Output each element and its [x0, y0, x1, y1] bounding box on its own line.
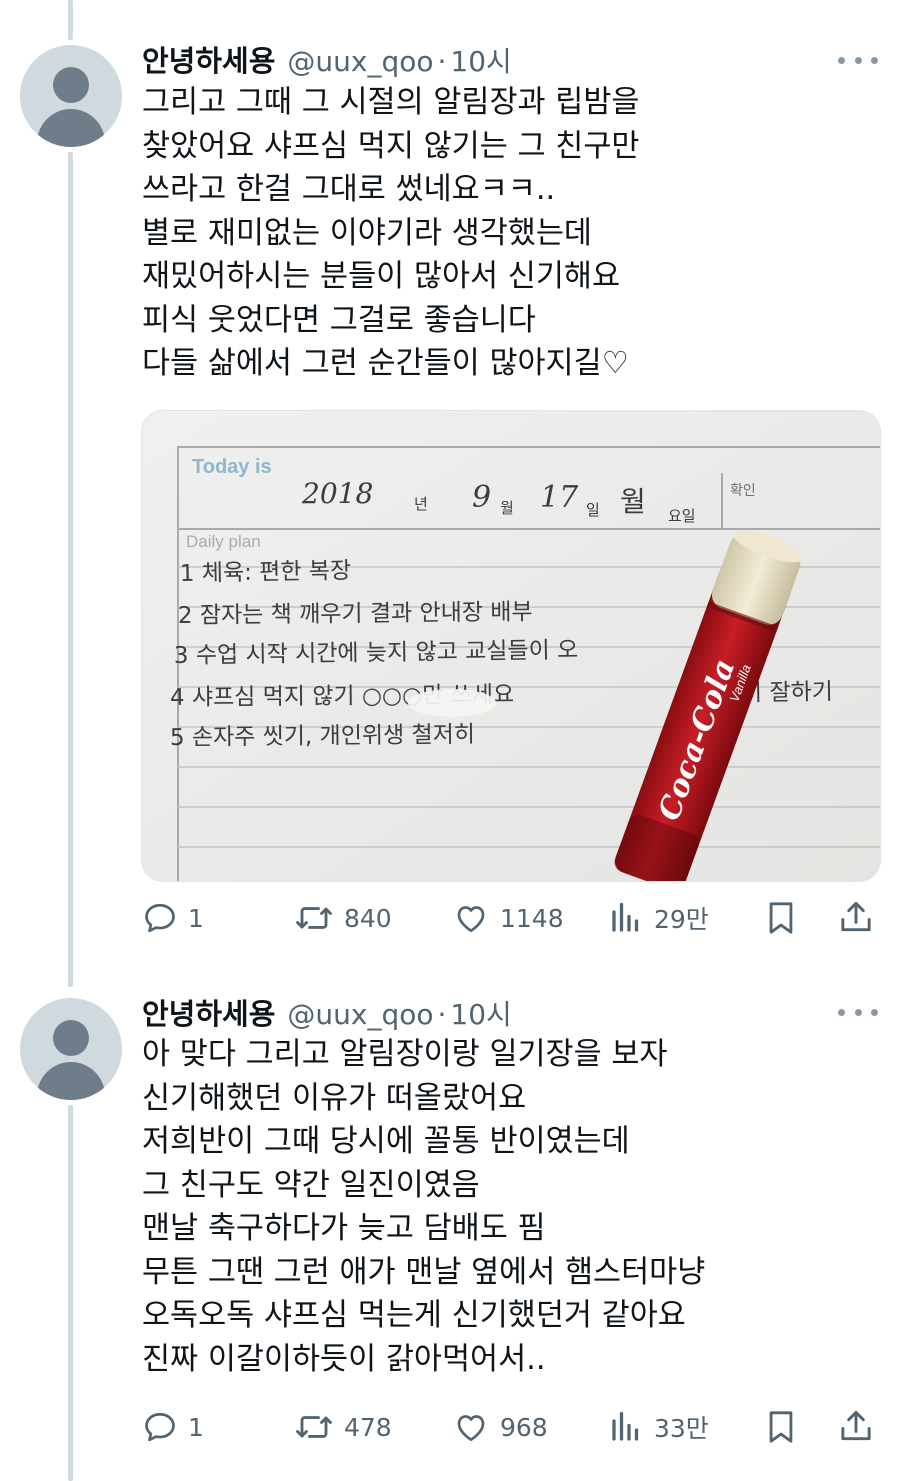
- date-day: 17: [540, 480, 579, 515]
- tweet-text-line: 그리고 그때 그 시절의 알림장과 립밤을: [142, 85, 640, 120]
- tweet-text-line: 쓰라고 한걸 그대로 썼네요ㅋㅋ..: [142, 172, 556, 207]
- planner-photo: Today is Daily plan 확인 2018 년 9 월 17 일 월…: [142, 411, 880, 881]
- retweet-button[interactable]: 478: [294, 1407, 392, 1447]
- date-month: 9: [472, 480, 491, 515]
- tweet-text-line: 진짜 이갈이하듯이 갉아먹어서..: [142, 1341, 546, 1377]
- like-button[interactable]: 968: [452, 1407, 548, 1447]
- like-count: 1148: [500, 903, 564, 933]
- reply-icon: [145, 1412, 175, 1442]
- date-year-unit: 년: [414, 495, 428, 513]
- tweet-1[interactable]: 안녕하세용 @uux_qoo · 10시 그리고 그때 그 시절의 알림장과 립…: [0, 0, 900, 980]
- author-handle[interactable]: @uux_qoo: [287, 998, 433, 1031]
- daily-plan-label: Daily plan: [186, 532, 261, 551]
- share-button[interactable]: [838, 898, 874, 938]
- confirm-label: 확인: [730, 483, 756, 499]
- views-count: 33만: [654, 1414, 709, 1443]
- date-month-unit: 월: [500, 499, 514, 517]
- timestamp[interactable]: 10시: [450, 993, 511, 1033]
- tweet-header: 안녕하세용 @uux_qoo · 10시: [142, 38, 512, 78]
- reply-count: 1: [188, 903, 204, 933]
- more-options-icon[interactable]: [838, 1002, 878, 1022]
- views-button[interactable]: 29만: [608, 898, 709, 938]
- tweet-text-line: 아 맞다 그리고 알림장이랑 일기장을 보자: [142, 1037, 668, 1072]
- tweet-text: 아 맞다 그리고 알림장이랑 일기장을 보자 신기해했던 이유가 떠올랐어요 저…: [142, 1033, 882, 1381]
- author-name[interactable]: 안녕하세용: [142, 991, 275, 1033]
- retweet-icon: [296, 1416, 332, 1438]
- date-day-unit: 일: [586, 501, 600, 519]
- plan-item-2: 2 잠자는 책 깨우기 결과 안내장 배부: [178, 599, 533, 629]
- date-year: 2018: [301, 477, 373, 510]
- tweet-text-line: 찾았어요 샤프심 먹지 않기는 그 친구만: [142, 128, 640, 164]
- timestamp[interactable]: 10시: [450, 40, 511, 80]
- retweet-count: 840: [344, 903, 392, 933]
- views-count: 29만: [654, 905, 709, 934]
- tweet-text-line: 그 친구도 약간 일진이였음: [142, 1167, 480, 1203]
- separator-dot: ·: [437, 45, 447, 78]
- plan-item-1: 1 체육: 편한 복장: [180, 558, 352, 587]
- bookmark-icon: [769, 1411, 793, 1443]
- bookmark-button[interactable]: [764, 1407, 798, 1447]
- tweet-text-line: 다들 삶에서 그런 순간들이 많아지길♡: [142, 346, 630, 381]
- tweet-header: 안녕하세용 @uux_qoo · 10시: [142, 991, 512, 1031]
- tweet-photo[interactable]: Today is Daily plan 확인 2018 년 9 월 17 일 월…: [141, 410, 881, 882]
- heart-icon: [457, 1415, 485, 1442]
- retweet-icon: [296, 907, 332, 929]
- tweet-text-line: 재밌어하시는 분들이 많아서 신기해요: [142, 259, 621, 294]
- tweet-text-line: 피식 웃었다면 그걸로 좋습니다: [142, 302, 536, 338]
- tweet-text-line: 별로 재미없는 이야기라 생각했는데: [142, 215, 592, 251]
- retweet-count: 478: [344, 1412, 392, 1442]
- tweet-text: 그리고 그때 그 시절의 알림장과 립밤을 찾았어요 샤프심 먹지 않기는 그 …: [142, 81, 882, 386]
- blurred-name-patch: [408, 689, 496, 717]
- more-options-icon[interactable]: [838, 50, 878, 70]
- tweet-text-line: 오독오독 샤프심 먹는게 신기했던거 같아요: [142, 1298, 686, 1333]
- separator-dot: ·: [437, 998, 447, 1031]
- tweet-actions: 1 840 1148 29만: [142, 898, 882, 938]
- heart-icon: [457, 906, 485, 933]
- retweet-button[interactable]: 840: [294, 898, 392, 938]
- bookmark-icon: [769, 902, 793, 934]
- reply-icon: [145, 903, 175, 933]
- like-count: 968: [500, 1412, 548, 1442]
- tweet-text-line: 신기해했던 이유가 떠올랐어요: [142, 1080, 527, 1116]
- today-label: Today is: [192, 456, 272, 478]
- date-weekday-unit: 요일: [668, 507, 696, 525]
- tweet-actions: 1 478 968 33만: [142, 1407, 882, 1447]
- reply-button[interactable]: 1: [142, 1407, 204, 1447]
- author-handle[interactable]: @uux_qoo: [287, 45, 433, 78]
- like-button[interactable]: 1148: [452, 898, 564, 938]
- tweet-2[interactable]: 안녕하세용 @uux_qoo · 10시 아 맞다 그리고 알림장이랑 일기장을…: [0, 980, 900, 1481]
- tweet-text-line: 저희반이 그때 당시에 꼴통 반이였는데: [142, 1124, 630, 1159]
- reply-count: 1: [188, 1412, 204, 1442]
- views-button[interactable]: 33만: [608, 1407, 709, 1447]
- tweet-text-line: 무튼 그땐 그런 애가 맨날 옆에서 햄스터마냥: [142, 1254, 706, 1290]
- share-icon: [841, 1410, 871, 1441]
- views-chart-icon: [612, 1411, 639, 1441]
- avatar[interactable]: [20, 45, 122, 147]
- reply-button[interactable]: 1: [142, 898, 204, 938]
- share-icon: [841, 901, 871, 932]
- date-weekday: 월: [620, 485, 646, 518]
- author-name[interactable]: 안녕하세용: [142, 38, 275, 80]
- views-chart-icon: [612, 902, 639, 932]
- bookmark-button[interactable]: [764, 898, 798, 938]
- avatar[interactable]: [20, 998, 122, 1100]
- share-button[interactable]: [838, 1407, 874, 1447]
- plan-item-5: 5 손자주 씻기, 개인위생 철저히: [170, 722, 475, 751]
- tweet-text-line: 맨날 축구하다가 늦고 담배도 핌: [142, 1211, 546, 1246]
